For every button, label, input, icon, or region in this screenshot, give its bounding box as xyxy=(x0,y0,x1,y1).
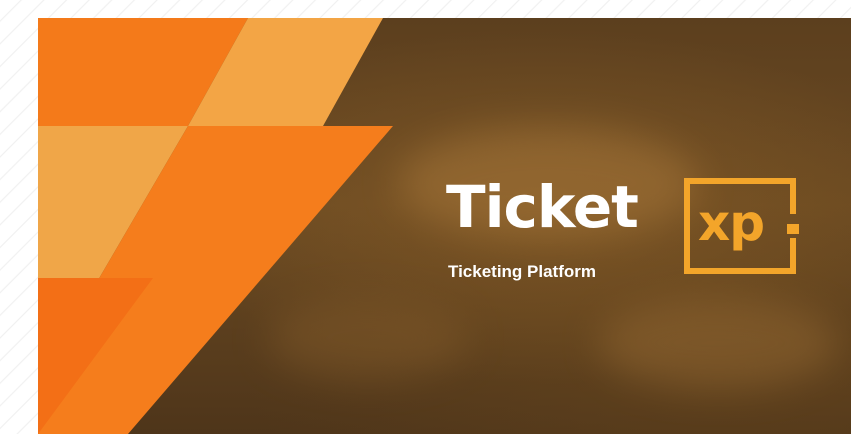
badge-text: xp xyxy=(698,194,765,252)
hero-banner: Ticket xp Ticketing Platform xyxy=(38,18,851,434)
badge-bracket-notch xyxy=(787,224,799,234)
page: Ticket xp Ticketing Platform xyxy=(0,0,851,434)
brand-name: Ticket xyxy=(446,173,639,241)
badge-bracket-bottom xyxy=(790,238,796,268)
xp-bracket-logo-icon: xp xyxy=(684,178,799,274)
brand-tagline: Ticketing Platform xyxy=(448,262,596,281)
badge-bracket-top xyxy=(790,184,796,214)
